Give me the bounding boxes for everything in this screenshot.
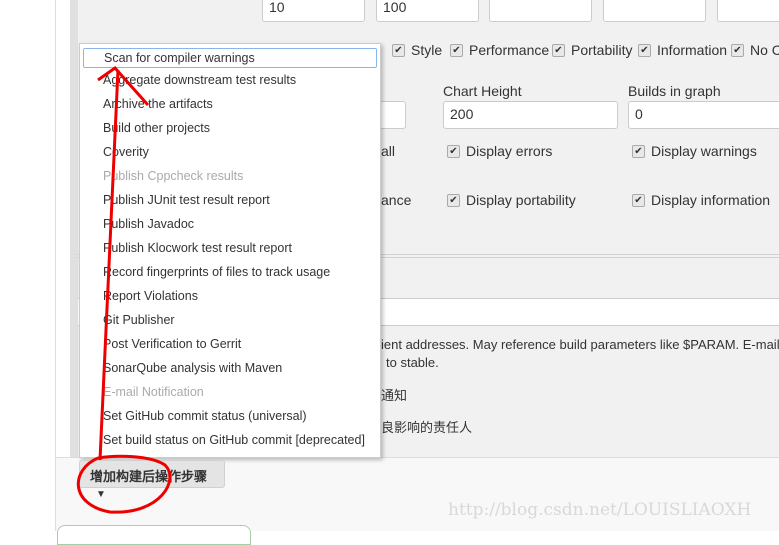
red-annotation bbox=[76, 66, 172, 514]
annotation-arrow bbox=[97, 66, 150, 461]
annotation-circle bbox=[76, 454, 172, 514]
